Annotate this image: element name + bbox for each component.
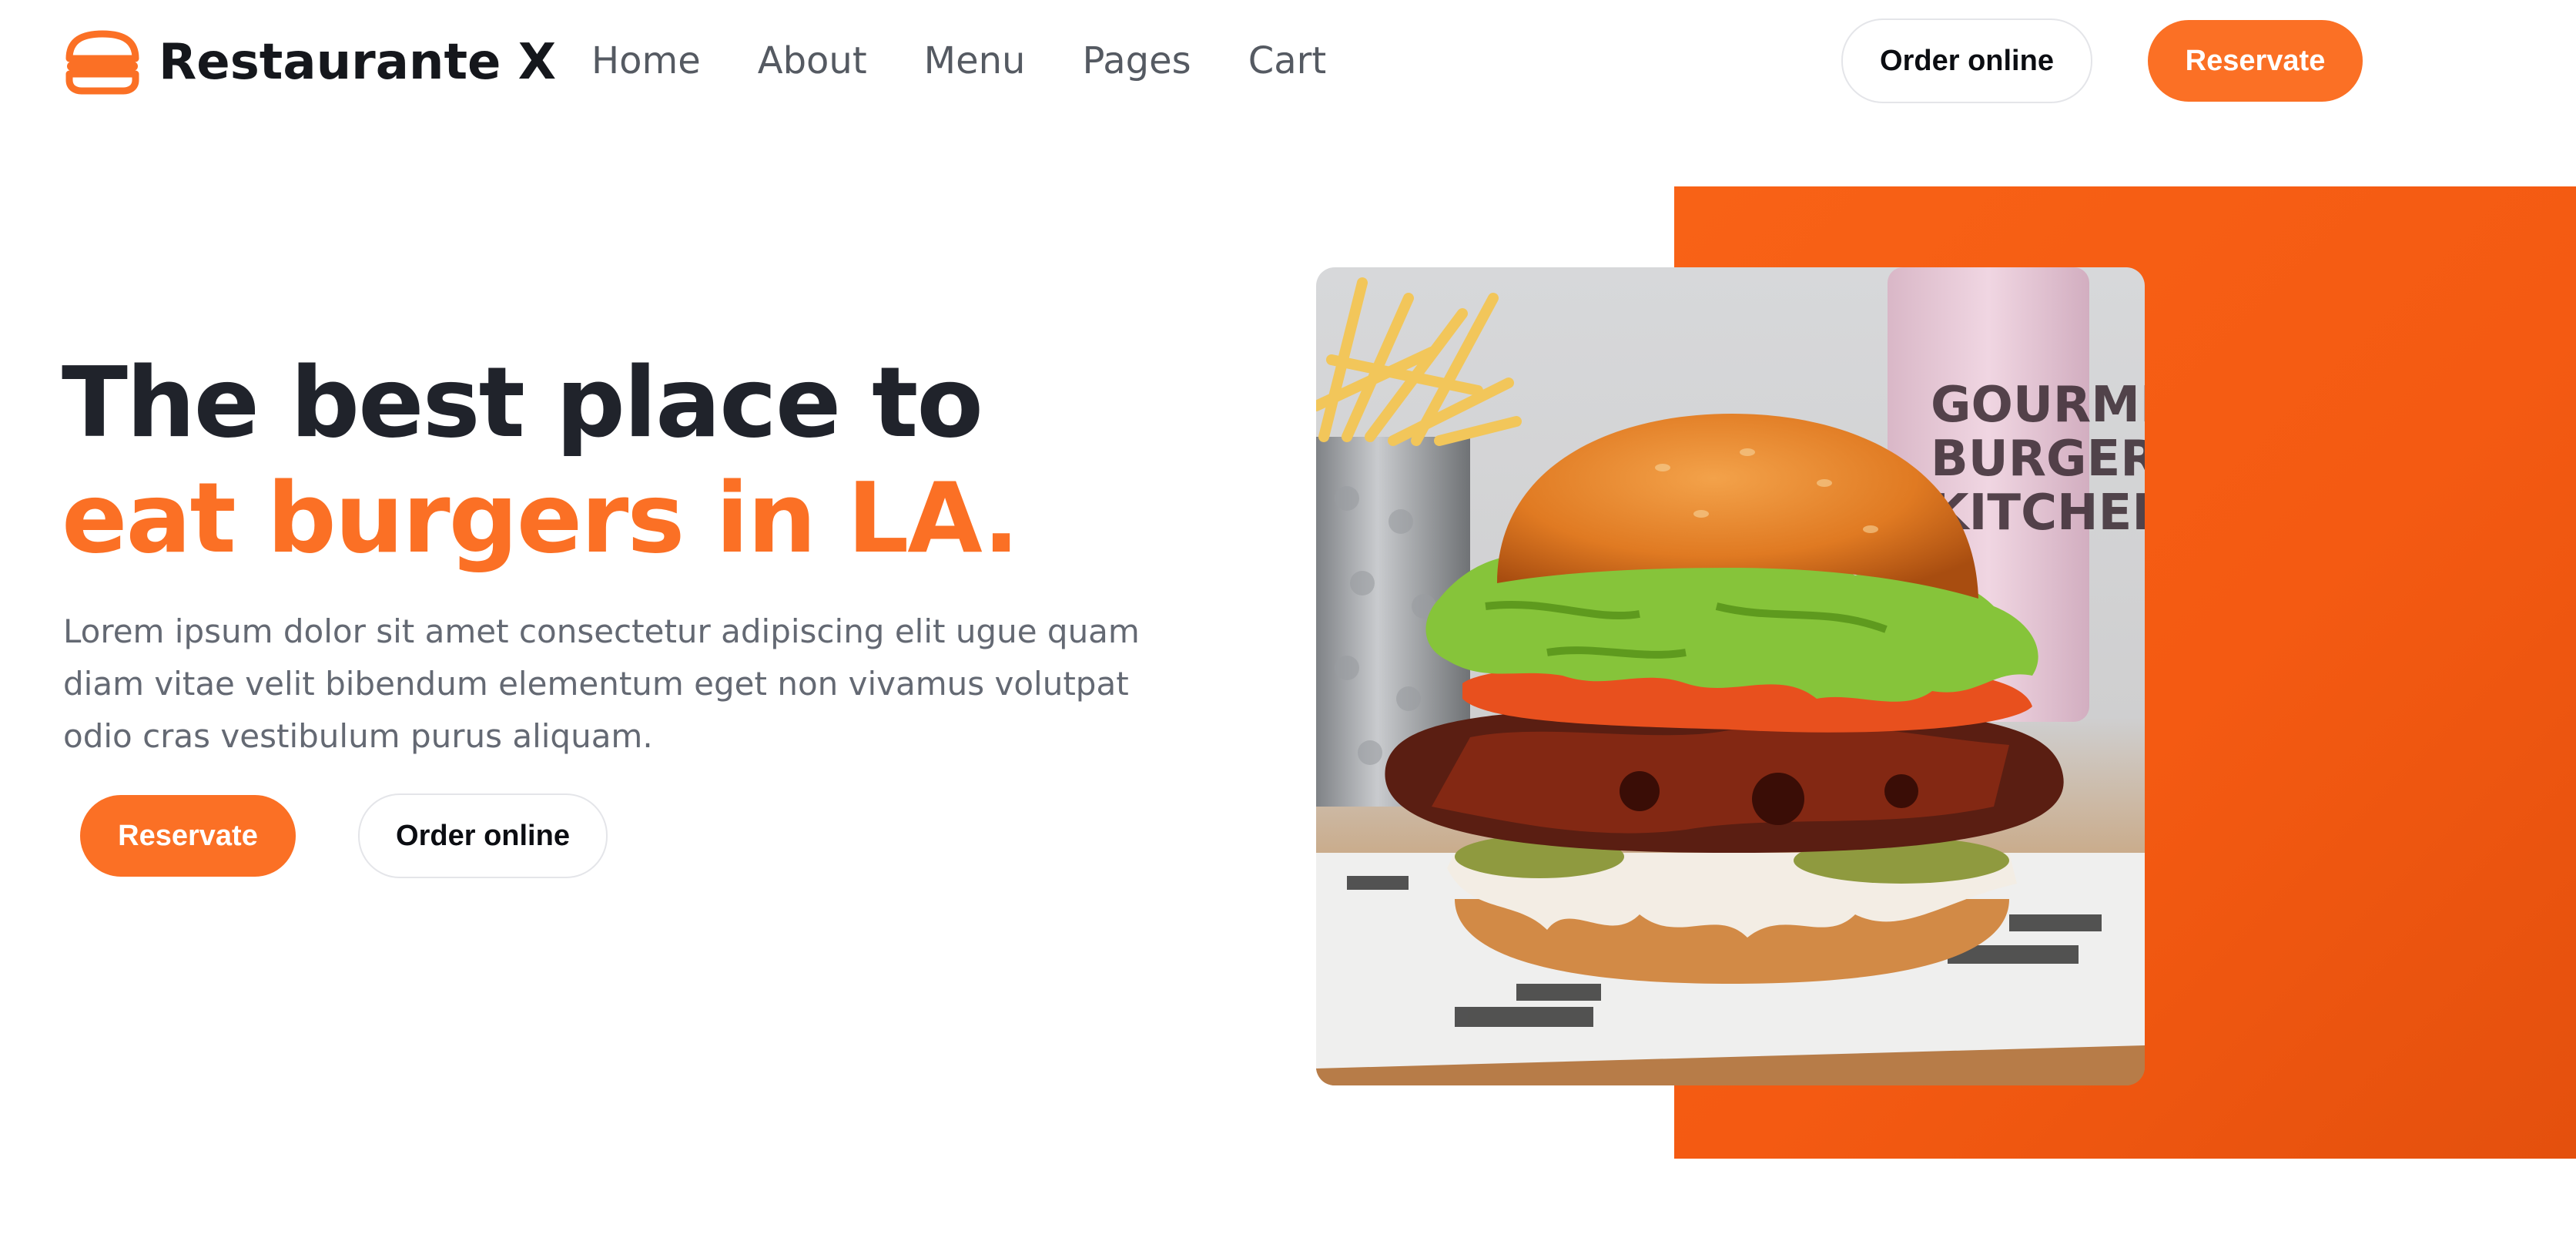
burger-illustration: GOURMET BURGER KITCHEN <box>1316 267 2145 1085</box>
brand-name: Restaurante X <box>159 34 557 91</box>
cup-print-line1: GOURMET <box>1931 377 2145 434</box>
hero-reservate-button[interactable]: Reservate <box>80 795 296 877</box>
page: Restaurante X Home About Menu Pages Cart… <box>0 0 2576 1248</box>
hero-order-online-button[interactable]: Order online <box>358 793 608 878</box>
nav-home[interactable]: Home <box>591 39 701 82</box>
cup-print-line2: BURGER <box>1931 431 2145 488</box>
brand[interactable]: Restaurante X <box>63 29 556 96</box>
nav-cart[interactable]: Cart <box>1248 39 1326 82</box>
hero-title-line2: eat burgers in LA. <box>62 461 1020 575</box>
burger-icon <box>65 30 139 95</box>
main-nav: Home About Menu Pages Cart <box>591 35 1326 86</box>
nav-menu[interactable]: Menu <box>924 39 1026 82</box>
nav-about[interactable]: About <box>758 39 867 82</box>
burger-photo: GOURMET BURGER KITCHEN <box>1316 267 2145 1085</box>
nav-pages[interactable]: Pages <box>1082 39 1191 82</box>
hero-description: Lorem ipsum dolor sit amet consectetur a… <box>63 612 1140 755</box>
header-order-online-button[interactable]: Order online <box>1841 18 2092 103</box>
hero-title-line1: The best place to <box>62 346 983 459</box>
header-reservate-button[interactable]: Reservate <box>2148 20 2363 102</box>
hero-title: The best place to eat burgers in LA. <box>62 345 1020 576</box>
